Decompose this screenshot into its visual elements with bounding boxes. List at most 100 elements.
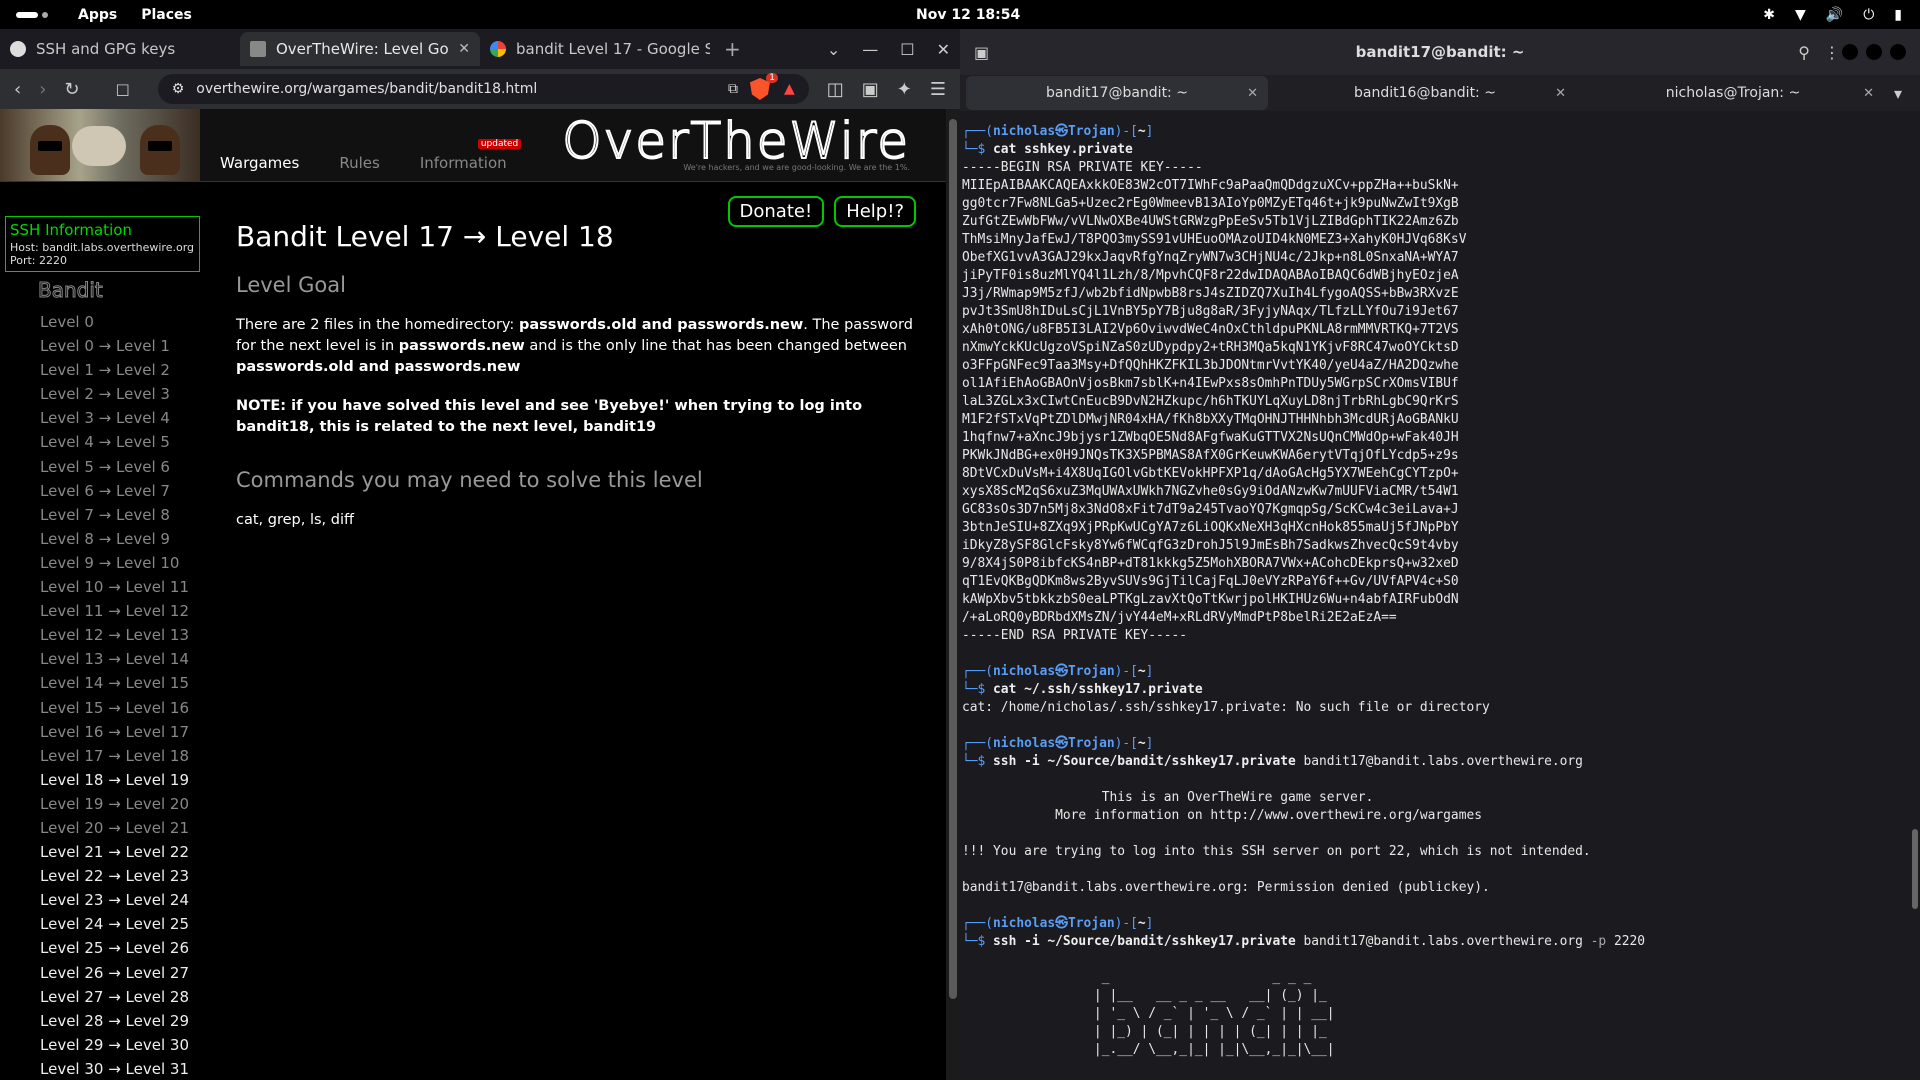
level-link[interactable]: Level 21 → Level 22 <box>40 840 205 864</box>
places-menu[interactable]: Places <box>141 7 192 23</box>
new-tab-icon[interactable]: + <box>724 37 741 61</box>
close-icon[interactable]: ✕ <box>937 40 950 59</box>
terminal-line: cat: /home/nicholas/.ssh/sshkey17.privat… <box>962 700 1490 715</box>
level-link[interactable]: Level 5 → Level 6 <box>40 455 205 479</box>
banner-image <box>0 109 200 181</box>
key-line: jiPyTF0is8uzMlYQ4l1Lzh/8/MpvhCQF8r22dwID… <box>962 268 1459 283</box>
shield-icon[interactable]: 1 <box>749 73 778 100</box>
terminal-scrollbar[interactable] <box>1912 829 1918 909</box>
level-link[interactable]: Level 22 → Level 23 <box>40 864 205 888</box>
ascii-art-line: | |__ __ _ _ __ __| (_) |_ <box>962 988 1335 1003</box>
terminal-tab[interactable]: bandit16@bandit: ~ ✕ <box>1274 76 1576 110</box>
url-text[interactable]: overthewire.org/wargames/bandit/bandit18… <box>196 81 716 97</box>
terminal-titlebar: ▣ bandit17@bandit: ~ ⚲ ⋮ <box>960 29 1920 75</box>
level-link[interactable]: Level 28 → Level 29 <box>40 1009 205 1033</box>
help-button[interactable]: Help!? <box>834 196 916 227</box>
level-link[interactable]: Level 25 → Level 26 <box>40 936 205 960</box>
address-bar[interactable]: ⚙ overthewire.org/wargames/bandit/bandit… <box>157 73 809 104</box>
level-link[interactable]: Level 14 → Level 15 <box>40 671 205 695</box>
level-link[interactable]: Level 27 → Level 28 <box>40 985 205 1009</box>
terminal-output[interactable]: ┌──(nicholas㉿Trojan)-[~] └─$ cat sshkey.p… <box>960 119 1904 1080</box>
kebab-menu-icon[interactable]: ⋮ <box>1824 43 1840 62</box>
share-icon[interactable]: ⧉ <box>728 81 738 97</box>
level-link[interactable]: Level 30 → Level 31 <box>40 1057 205 1080</box>
key-line: M1F2fSTxVqPtZDlDMwjNR04xHA/fKh8bXXyTMqOH… <box>962 412 1459 427</box>
site-logo[interactable]: OverTheWire We're hackers, and we are go… <box>561 112 910 172</box>
volume-icon[interactable]: 🔊 <box>1826 7 1843 23</box>
site-info-icon[interactable]: ⚙ <box>172 81 185 97</box>
battery-icon[interactable]: ▮ <box>1894 7 1902 23</box>
activities-button[interactable] <box>16 11 48 18</box>
level-link[interactable]: Level 18 → Level 19 <box>40 768 205 792</box>
page-scrollbar[interactable] <box>946 109 960 1080</box>
level-link[interactable]: Level 17 → Level 18 <box>40 744 205 768</box>
donate-button[interactable]: Donate! <box>727 196 825 227</box>
key-line: -----END RSA PRIVATE KEY----- <box>962 628 1188 643</box>
chevron-down-icon[interactable]: ⌄ <box>827 40 840 59</box>
level-link[interactable]: Level 16 → Level 17 <box>40 720 205 744</box>
back-icon[interactable]: ‹ <box>14 79 21 100</box>
level-link[interactable]: Level 26 → Level 27 <box>40 961 205 985</box>
tab-google-search[interactable]: bandit Level 17 - Google Search <box>480 32 720 66</box>
apps-menu[interactable]: Apps <box>78 7 117 23</box>
level-link[interactable]: Level 15 → Level 16 <box>40 696 205 720</box>
bookmark-icon[interactable]: □ <box>116 80 130 98</box>
close-icon[interactable]: ✕ <box>1247 86 1258 101</box>
nav-wargames[interactable]: Wargames <box>220 154 299 172</box>
browser-window: SSH and GPG keys OverTheWire: Level Goal… <box>0 29 960 1080</box>
key-line: iDkyZ8ySF8GlcFsky8Yw6fWCqfG3zDrohJ5l9JmE… <box>962 538 1459 553</box>
level-link[interactable]: Level 24 → Level 25 <box>40 912 205 936</box>
window-controls[interactable] <box>1842 44 1906 60</box>
tab-overthewire[interactable]: OverTheWire: Level Goal ✕ <box>240 32 480 66</box>
rewards-icon[interactable]: ▲ <box>784 81 795 97</box>
close-icon[interactable]: ✕ <box>1555 86 1566 101</box>
level-link[interactable]: Level 20 → Level 21 <box>40 816 205 840</box>
level-link[interactable]: Level 0 → Level 1 <box>40 334 205 358</box>
menu-icon[interactable]: ☰ <box>930 79 946 100</box>
leo-icon[interactable]: ✦ <box>897 79 912 100</box>
level-link[interactable]: Level 2 → Level 3 <box>40 382 205 406</box>
level-link[interactable]: Level 4 → Level 5 <box>40 430 205 454</box>
terminal-tab[interactable]: bandit17@bandit: ~ ✕ <box>966 76 1268 110</box>
level-link[interactable]: Level 3 → Level 4 <box>40 406 205 430</box>
sidebar-icon[interactable]: ◫ <box>827 79 844 100</box>
maximize-icon[interactable]: ☐ <box>900 40 914 59</box>
wifi-icon[interactable]: ▼ <box>1795 7 1806 23</box>
terminal-tabs: bandit17@bandit: ~ ✕ bandit16@bandit: ~ ✕ … <box>960 75 1920 111</box>
close-icon[interactable]: ✕ <box>458 41 470 57</box>
system-tray[interactable]: ✱ ▼ 🔊 ⏻ ▮ <box>1763 7 1902 23</box>
level-link[interactable]: Level 13 → Level 14 <box>40 647 205 671</box>
nav-rules[interactable]: Rules <box>339 154 379 172</box>
minimize-icon[interactable]: — <box>862 40 878 59</box>
terminal-tab[interactable]: nicholas@Trojan: ~ ✕ <box>1582 76 1884 110</box>
key-line: nXmwYckKUcUgzoVSpiNZaS0zUDypdpy2+tRH3MQa… <box>962 340 1459 355</box>
level-link[interactable]: Level 12 → Level 13 <box>40 623 205 647</box>
level-link[interactable]: Level 9 → Level 10 <box>40 551 205 575</box>
tab-ssh-keys[interactable]: SSH and GPG keys <box>0 32 240 66</box>
nav-information[interactable]: Information updated <box>420 139 522 172</box>
command-line: └─$ ssh -i ~/Source/bandit/sshkey17.priv… <box>962 934 1645 949</box>
bluetooth-icon[interactable]: ✱ <box>1763 7 1775 23</box>
wallet-icon[interactable]: ▣ <box>862 79 879 100</box>
level-link[interactable]: Level 7 → Level 8 <box>40 503 205 527</box>
level-link[interactable]: Level 29 → Level 30 <box>40 1033 205 1057</box>
level-link[interactable]: Level 6 → Level 7 <box>40 479 205 503</box>
close-icon[interactable]: ✕ <box>1863 86 1874 101</box>
level-link[interactable]: Level 23 → Level 24 <box>40 888 205 912</box>
level-link[interactable]: Level 1 → Level 2 <box>40 358 205 382</box>
level-link[interactable]: Level 10 → Level 11 <box>40 575 205 599</box>
reload-icon[interactable]: ↻ <box>64 79 79 100</box>
power-icon[interactable]: ⏻ <box>1863 7 1874 23</box>
level-link[interactable]: Level 8 → Level 9 <box>40 527 205 551</box>
terminal-line: bandit17@bandit.labs.overthewire.org: Pe… <box>962 880 1490 895</box>
chevron-down-icon[interactable]: ▾ <box>1894 84 1902 103</box>
level-link[interactable]: Level 19 → Level 20 <box>40 792 205 816</box>
level-link[interactable]: Level 0 <box>40 310 205 334</box>
forward-icon[interactable]: › <box>39 79 46 100</box>
search-icon[interactable]: ⚲ <box>1798 43 1810 62</box>
level-link[interactable]: Level 11 → Level 12 <box>40 599 205 623</box>
clock[interactable]: Nov 12 18:54 <box>916 7 1020 23</box>
command-line: └─$ cat sshkey.private <box>962 142 1133 157</box>
